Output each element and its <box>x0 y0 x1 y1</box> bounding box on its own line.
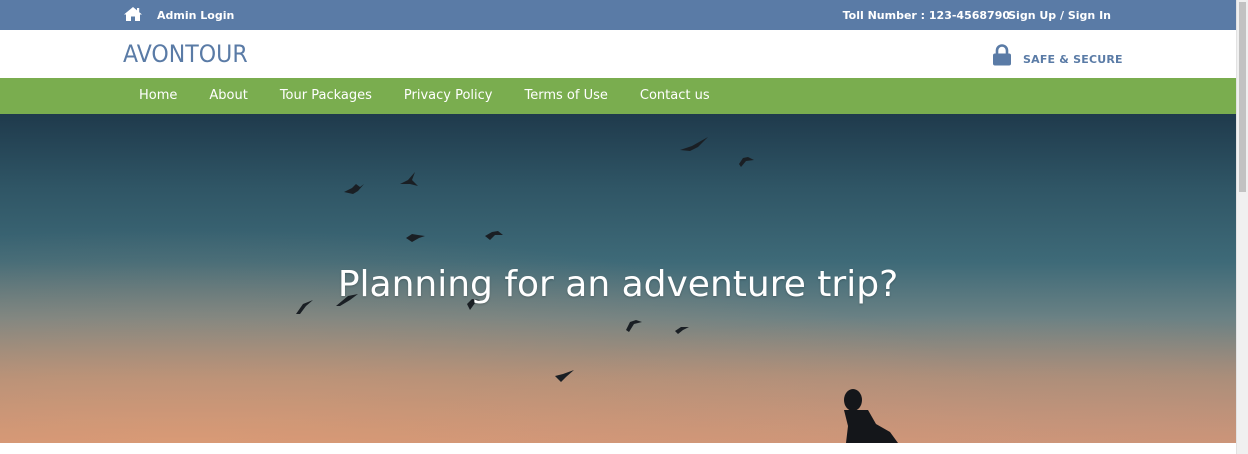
nav-link-terms-of-use[interactable]: Terms of Use <box>509 78 624 114</box>
signup-signin-link[interactable]: Sign Up / Sign In <box>1008 9 1111 22</box>
safe-secure-label: SAFE & SECURE <box>1023 53 1123 66</box>
nav-link-tour-packages[interactable]: Tour Packages <box>264 78 388 114</box>
nav-item-about: About <box>193 78 263 114</box>
nav-item-terms-of-use: Terms of Use <box>509 78 624 114</box>
top-bar: Admin Login Toll Number : 123-4568790 Si… <box>0 0 1236 30</box>
content-area <box>0 443 1236 454</box>
nav-item-tour-packages: Tour Packages <box>264 78 388 114</box>
hero-title: Planning for an adventure trip? <box>337 264 899 305</box>
page-scrollbar[interactable] <box>1236 0 1248 454</box>
scrollbar-thumb[interactable] <box>1239 2 1246 192</box>
nav-link-contact-us[interactable]: Contact us <box>624 78 726 114</box>
site-logo[interactable]: AVONTOUR <box>123 40 248 68</box>
header: AVONTOUR SAFE & SECURE <box>0 30 1236 78</box>
lock-icon <box>993 44 1011 66</box>
nav-item-privacy-policy: Privacy Policy <box>388 78 509 114</box>
admin-login-link[interactable]: Admin Login <box>157 9 234 22</box>
nav-item-home: Home <box>123 78 193 114</box>
main-nav: Home About Tour Packages Privacy Policy … <box>0 78 1236 114</box>
hero-banner: Planning for an adventure trip? <box>0 114 1236 443</box>
nav-link-privacy-policy[interactable]: Privacy Policy <box>388 78 509 114</box>
home-icon[interactable] <box>123 6 143 22</box>
toll-number: Toll Number : 123-4568790 <box>842 9 1010 22</box>
nav-link-about[interactable]: About <box>193 78 263 114</box>
nav-item-contact-us: Contact us <box>624 78 726 114</box>
page: Admin Login Toll Number : 123-4568790 Si… <box>0 0 1248 454</box>
nav-link-home[interactable]: Home <box>123 78 193 114</box>
